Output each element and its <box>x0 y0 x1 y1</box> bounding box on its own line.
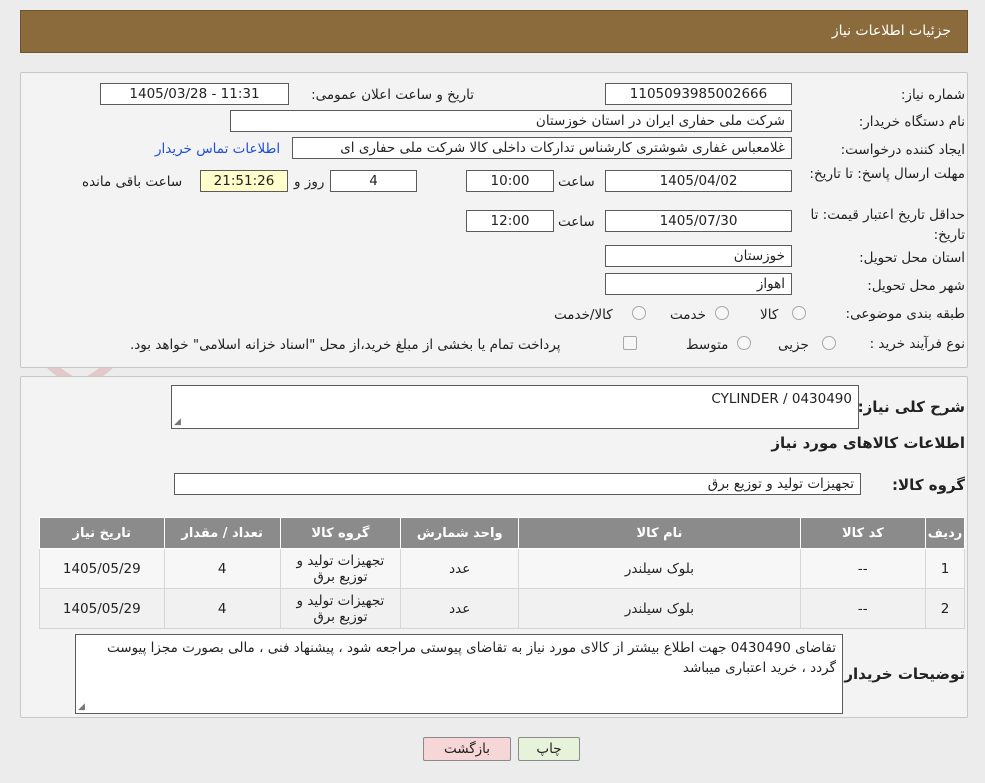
description-field[interactable]: CYLINDER / 0430490 ◢ <box>171 385 859 429</box>
price-validity-time-field[interactable]: 12:00 <box>466 210 554 232</box>
price-validity-date-field[interactable]: 1405/07/30 <box>605 210 792 232</box>
buyer-notes-text: تقاضای 0430490 جهت اطلاع بیشتر از کالای … <box>107 640 836 676</box>
announce-datetime-label: تاریخ و ساعت اعلان عمومی: <box>311 87 474 103</box>
category-label: طبقه بندی موضوعی: <box>845 306 965 322</box>
process-label: نوع فرآیند خرید : <box>869 336 965 352</box>
cell-group: تجهیزات تولید و توزیع برق <box>279 548 402 589</box>
process-medium-radio[interactable] <box>737 336 751 350</box>
description-text: CYLINDER / 0430490 <box>711 391 852 407</box>
category-goods-service-radio[interactable] <box>632 306 646 320</box>
col-group: گروه کالا <box>279 517 402 549</box>
items-table: ردیف کد کالا نام کالا واحد شمارش گروه کا… <box>39 517 965 629</box>
city-field[interactable]: اهواز <box>605 273 792 295</box>
reply-days-field[interactable]: 4 <box>330 170 417 192</box>
process-minor-radio[interactable] <box>822 336 836 350</box>
description-label: شرح کلی نیاز: <box>857 398 965 416</box>
price-validity-label: حداقل تاریخ اعتبار قیمت: تا تاریخ: <box>810 207 965 243</box>
remaining-time-label: ساعت باقی مانده <box>82 174 183 190</box>
back-button[interactable]: بازگشت <box>423 737 511 761</box>
cell-row: 1 <box>925 548 965 589</box>
cell-group: تجهیزات تولید و توزیع برق <box>279 588 402 629</box>
buyer-notes-field[interactable]: تقاضای 0430490 جهت اطلاع بیشتر از کالای … <box>75 634 843 714</box>
treasury-payment-note: پرداخت تمام یا بخشی از مبلغ خرید،از محل … <box>130 337 561 353</box>
category-service-radio[interactable] <box>715 306 729 320</box>
category-service-label: خدمت <box>670 307 706 323</box>
province-label: استان محل تحویل: <box>859 250 965 266</box>
table-row[interactable]: 2 -- بلوک سیلندر عدد تجهیزات تولید و توز… <box>39 588 965 629</box>
category-goods-service-label: کالا/خدمت <box>554 307 613 323</box>
cell-date: 1405/05/29 <box>39 548 165 589</box>
buyer-org-field[interactable]: شرکت ملی حفاری ایران در استان خوزستان <box>230 110 792 132</box>
col-name: نام کالا <box>518 517 801 549</box>
col-unit: واحد شمارش <box>400 517 520 549</box>
buyer-org-label: نام دستگاه خریدار: <box>858 114 965 130</box>
goods-group-field[interactable]: تجهیزات تولید و توزیع برق <box>174 473 861 495</box>
reply-deadline-time-label: ساعت <box>558 174 595 190</box>
cell-name: بلوک سیلندر <box>518 548 801 589</box>
category-goods-label: کالا <box>760 307 779 323</box>
price-validity-time-label: ساعت <box>558 214 595 230</box>
goods-group-label: گروه کالا: <box>892 476 965 494</box>
cell-unit: عدد <box>400 548 520 589</box>
buyer-contact-link[interactable]: اطلاعات تماس خریدار <box>155 141 280 157</box>
treasury-payment-checkbox[interactable] <box>623 336 637 350</box>
need-number-field[interactable]: 1105093985002666 <box>605 83 792 105</box>
cell-code: -- <box>799 548 927 589</box>
col-date: تاریخ نیاز <box>39 517 165 549</box>
category-goods-radio[interactable] <box>792 306 806 320</box>
cell-name: بلوک سیلندر <box>518 588 801 629</box>
print-button[interactable]: چاپ <box>518 737 580 761</box>
cell-row: 2 <box>925 588 965 629</box>
cell-qty: 4 <box>163 548 281 589</box>
cell-code: -- <box>799 588 927 629</box>
process-medium-label: متوسط <box>686 337 729 353</box>
city-label: شهر محل تحویل: <box>867 278 965 294</box>
reply-deadline-time-field[interactable]: 10:00 <box>466 170 554 192</box>
col-code: کد کالا <box>799 517 927 549</box>
reply-deadline-date-field[interactable]: 1405/04/02 <box>605 170 792 192</box>
process-minor-label: جزیی <box>778 337 809 353</box>
table-row[interactable]: 1 -- بلوک سیلندر عدد تجهیزات تولید و توز… <box>39 548 965 589</box>
announce-datetime-field[interactable]: 1405/03/28 - 11:31 <box>100 83 289 105</box>
col-qty: تعداد / مقدار <box>163 517 281 549</box>
buyer-notes-label: توضیحات خریدار: <box>838 665 965 683</box>
cell-date: 1405/05/29 <box>39 588 165 629</box>
remaining-time-field: 21:51:26 <box>200 170 288 192</box>
requester-label: ایجاد کننده درخواست: <box>840 142 965 158</box>
col-row: ردیف <box>925 517 965 549</box>
resize-grip-icon[interactable]: ◢ <box>78 703 85 712</box>
page-title: جزئیات اطلاعات نیاز <box>831 23 951 39</box>
cell-unit: عدد <box>400 588 520 629</box>
page-header: جزئیات اطلاعات نیاز <box>20 10 968 53</box>
reply-deadline-label: مهلت ارسال پاسخ: تا تاریخ: <box>809 166 965 182</box>
reply-days-label: روز و <box>294 174 325 190</box>
cell-qty: 4 <box>163 588 281 629</box>
table-header-row: ردیف کد کالا نام کالا واحد شمارش گروه کا… <box>39 517 965 549</box>
requester-field[interactable]: غلامعباس غفاری شوشتری کارشناس تدارکات دا… <box>292 137 792 159</box>
resize-grip-icon[interactable]: ◢ <box>174 418 181 427</box>
need-number-label: شماره نیاز: <box>900 87 965 103</box>
province-field[interactable]: خوزستان <box>605 245 792 267</box>
items-section-title: اطلاعات کالاهای مورد نیاز <box>771 434 965 452</box>
